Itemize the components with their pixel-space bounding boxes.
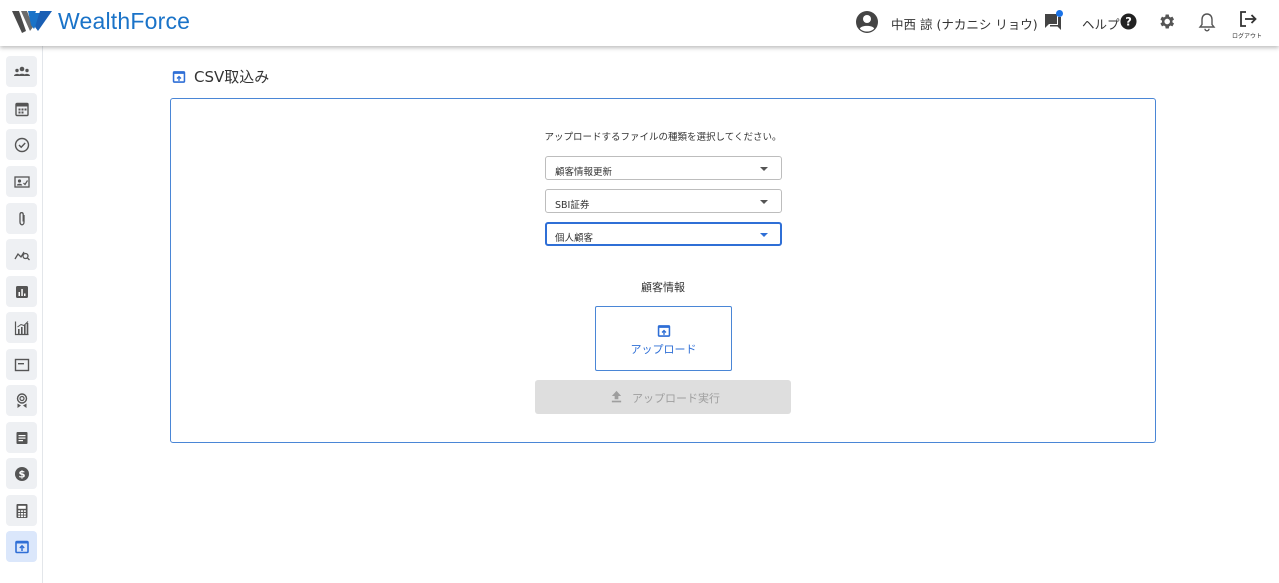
gear-icon[interactable] [1157,12,1176,31]
dropdown-arrow-icon [760,167,768,171]
sidebar-item-customers[interactable] [6,56,37,87]
sidebar-item-messages[interactable] [6,349,37,380]
sidebar-item-statistics[interactable] [6,312,37,343]
sidebar-item-contacts[interactable] [6,166,37,197]
select-value: 顧客情報更新 [555,167,613,178]
paperclip-icon [18,211,25,225]
app-header: WealthForce 中西 諒 (ナカニシ リョウ) ヘルプ ? ログアウト [0,0,1279,46]
customer-type-select[interactable]: 個人顧客 [545,222,782,246]
sidebar-item-csv-import[interactable] [6,531,37,562]
sidebar-item-fees[interactable]: $ [6,458,37,489]
section-label: 顧客情報 [641,281,685,294]
dropdown-arrow-icon [760,233,768,237]
page-title: CSV取込み [194,68,270,86]
check-circle-icon [14,137,29,152]
dollar-icon: $ [14,466,29,481]
upload-box-icon [172,70,186,83]
execute-upload-label: アップロード実行 [632,392,720,405]
instruction-text: アップロードするファイルの種類を選択してください。 [544,132,782,143]
sidebar-item-documents[interactable] [6,422,37,453]
help-icon[interactable]: ? [1120,13,1137,30]
sidebar-item-attachments[interactable] [6,203,37,234]
page-title-row: CSV取込み [172,66,269,87]
help-label[interactable]: ヘルプ [1082,14,1120,33]
message-box-icon [14,358,29,371]
calendar-icon [14,102,29,116]
sidebar-item-reports[interactable] [6,276,37,307]
user-avatar-icon[interactable] [855,10,879,34]
bell-icon[interactable] [1198,12,1216,32]
svg-text:$: $ [18,469,25,480]
sidebar-item-calendar[interactable] [6,93,37,124]
import-type-select[interactable]: 顧客情報更新 [545,156,782,180]
select-value: SBI証券 [555,200,590,211]
select-value: 個人顧客 [555,233,594,244]
upload-label: アップロード [630,343,697,356]
execute-upload-button[interactable]: アップロード実行 [535,380,791,414]
notification-dot [1056,10,1063,17]
svg-text:?: ? [1125,15,1132,29]
document-icon [16,431,27,444]
award-icon [16,392,27,408]
dropdown-arrow-icon [760,200,768,204]
logout-icon[interactable] [1239,10,1257,28]
sidebar-item-tasks[interactable] [6,129,37,160]
logo-text: WealthForce [58,8,191,34]
logout-label[interactable]: ログアウト [1232,31,1262,40]
contact-card-icon [13,175,30,188]
logo[interactable]: WealthForce [12,8,190,35]
upload-arrow-icon [611,390,622,403]
analytics-icon [14,320,28,335]
calculator-icon [16,503,27,518]
bar-chart-icon [15,285,28,298]
upload-box-icon [14,540,29,553]
sidebar-item-calculator[interactable] [6,495,37,526]
sidebar-item-analysis[interactable] [6,239,37,270]
logo-mark-icon [12,10,52,33]
chart-search-icon [13,251,30,260]
user-name[interactable]: 中西 諒 (ナカニシ リョウ) [891,14,1038,33]
broker-select[interactable]: SBI証券 [545,189,782,213]
csv-import-panel: アップロードするファイルの種類を選択してください。 顧客情報更新 SBI証券 個… [170,98,1156,443]
people-icon [13,66,30,76]
sidebar: $ [0,46,43,583]
upload-box-icon [657,325,671,337]
file-upload-button[interactable]: アップロード [595,306,732,371]
sidebar-item-rewards[interactable] [6,385,37,416]
